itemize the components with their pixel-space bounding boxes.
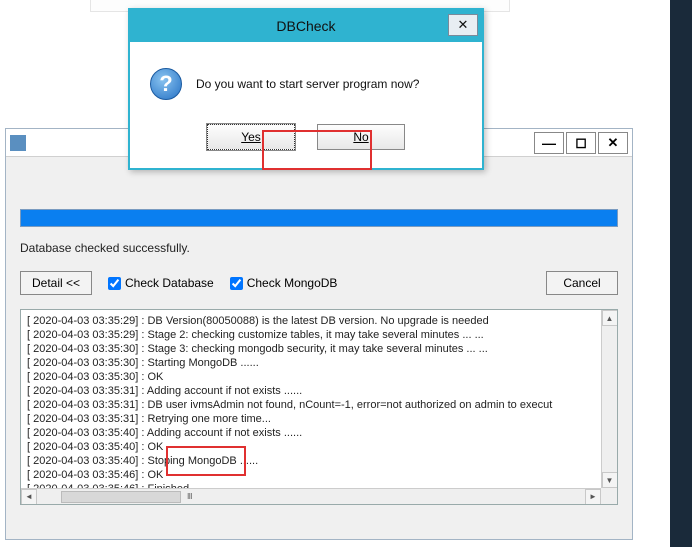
no-button-label: No [353, 130, 368, 144]
scroll-corner [601, 488, 617, 504]
cancel-button[interactable]: Cancel [546, 271, 618, 295]
scroll-right-icon[interactable]: ► [585, 489, 601, 505]
dbcheck-dialog: DBCheck ✕ ? Do you want to start server … [128, 8, 484, 170]
log-line: [ 2020-04-03 03:35:40] : Adding account … [27, 426, 595, 440]
horizontal-scrollbar[interactable]: ◄ Ⅲ ► [21, 488, 601, 504]
dialog-title: DBCheck [276, 18, 335, 34]
detail-button[interactable]: Detail << [20, 271, 92, 295]
log-line: [ 2020-04-03 03:35:30] : OK [27, 370, 595, 384]
scroll-up-icon[interactable]: ▲ [602, 310, 618, 326]
window-controls: — ◻ ✕ [534, 132, 628, 154]
yes-button-label: Yes [241, 130, 261, 144]
log-line: [ 2020-04-03 03:35:46] : OK [27, 468, 595, 482]
dialog-message: Do you want to start server program now? [196, 77, 419, 91]
close-button[interactable]: ✕ [598, 132, 628, 154]
yes-button[interactable]: Yes [207, 124, 295, 150]
question-icon: ? [150, 68, 182, 100]
check-mongodb-label: Check MongoDB [247, 276, 338, 290]
log-line: [ 2020-04-03 03:35:31] : Retrying one mo… [27, 412, 595, 426]
log-line: [ 2020-04-03 03:35:30] : Stage 3: checki… [27, 342, 595, 356]
dialog-titlebar: DBCheck ✕ [130, 10, 482, 42]
controls-row: Detail << Check Database Check MongoDB C… [20, 271, 618, 295]
vertical-scrollbar[interactable]: ▲ ▼ [601, 310, 617, 488]
check-mongodb-input[interactable] [230, 277, 243, 290]
check-database-checkbox[interactable]: Check Database [108, 276, 214, 290]
scroll-left-icon[interactable]: ◄ [21, 489, 37, 505]
status-text: Database checked successfully. [20, 241, 618, 255]
no-button[interactable]: No [317, 124, 405, 150]
log-line: [ 2020-04-03 03:35:31] : DB user ivmsAdm… [27, 398, 595, 412]
log-line: [ 2020-04-03 03:35:30] : Starting MongoD… [27, 356, 595, 370]
log-line: [ 2020-04-03 03:35:29] : DB Version(8005… [27, 314, 595, 328]
maximize-button[interactable]: ◻ [566, 132, 596, 154]
progress-bar [20, 209, 618, 227]
dialog-close-button[interactable]: ✕ [448, 14, 478, 36]
check-database-input[interactable] [108, 277, 121, 290]
minimize-button[interactable]: — [534, 132, 564, 154]
log-line: [ 2020-04-03 03:35:40] : OK [27, 440, 595, 454]
check-mongodb-checkbox[interactable]: Check MongoDB [230, 276, 338, 290]
scroll-down-icon[interactable]: ▼ [602, 472, 618, 488]
main-window: — ◻ ✕ Database checked successfully. Det… [5, 128, 633, 540]
log-box: [ 2020-04-03 03:35:29] : DB Version(8005… [20, 309, 618, 505]
app-icon [10, 135, 26, 151]
log-line: [ 2020-04-03 03:35:40] : Stoping MongoDB… [27, 454, 595, 468]
hscroll-thumb[interactable] [61, 491, 181, 503]
log-line: [ 2020-04-03 03:35:29] : Stage 2: checki… [27, 328, 595, 342]
log-line: [ 2020-04-03 03:35:31] : Adding account … [27, 384, 595, 398]
window-edge-strip [670, 0, 692, 547]
log-content: [ 2020-04-03 03:35:29] : DB Version(8005… [21, 310, 601, 488]
check-database-label: Check Database [125, 276, 214, 290]
